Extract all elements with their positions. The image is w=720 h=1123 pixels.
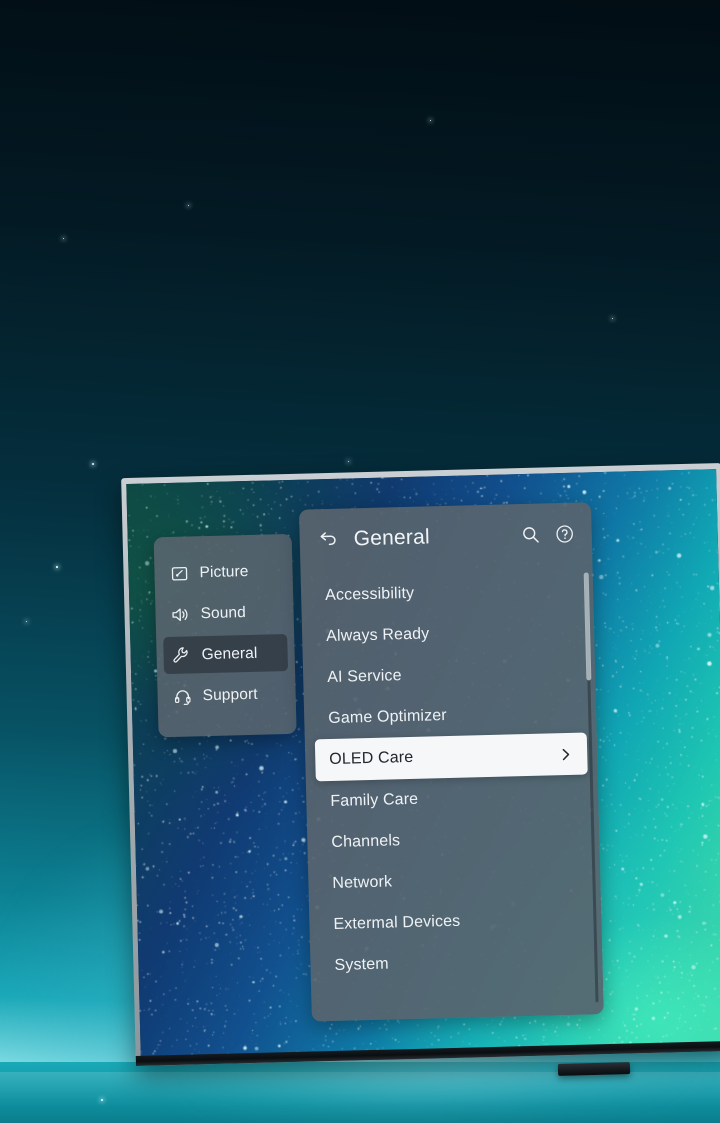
sparkle — [56, 566, 58, 568]
sidebar-item-picture[interactable]: Picture — [161, 552, 286, 592]
chevron-right-icon — [557, 746, 573, 762]
settings-menu-list: Accessibility Always Ready AI Service Game … — [301, 564, 603, 986]
sidebar-item-label: General — [201, 644, 258, 663]
sidebar-item-label: Picture — [199, 562, 249, 581]
menu-item[interactable]: System — [320, 938, 593, 986]
menu-item-label: System — [334, 955, 389, 974]
sidebar-item-sound[interactable]: Sound — [162, 593, 287, 633]
menu-item-label: Extermal Devices — [333, 912, 461, 933]
sparkle — [430, 120, 431, 121]
menu-item[interactable]: Network — [318, 856, 591, 904]
sidebar-item-support[interactable]: Support — [164, 675, 289, 715]
menu-item-label: Family Care — [330, 790, 419, 810]
menu-item[interactable]: Game Optimizer — [314, 692, 587, 740]
search-icon[interactable] — [519, 524, 542, 547]
sound-icon — [170, 605, 189, 624]
header-actions — [519, 523, 576, 546]
sidebar-item-label: Sound — [200, 603, 247, 622]
menu-item-label: OLED Care — [329, 748, 414, 769]
menu-item[interactable]: AI Service — [313, 651, 586, 699]
picture-icon — [169, 564, 188, 583]
menu-item[interactable]: Accessibility — [311, 569, 584, 617]
sparkle — [63, 238, 64, 239]
menu-item[interactable]: Always Ready — [312, 610, 585, 658]
tv-stand-foot — [557, 1062, 631, 1076]
settings-panel: General Accessibility Always Ready AI Se… — [298, 502, 604, 1022]
menu-item-label: Channels — [331, 831, 401, 851]
menu-item-label: Network — [332, 872, 393, 892]
sidebar-item-label: Support — [202, 685, 258, 704]
menu-item[interactable]: OLED Care — [314, 732, 588, 782]
wrench-icon — [171, 645, 190, 664]
page-title: General — [353, 525, 431, 551]
menu-item[interactable]: Channels — [317, 815, 590, 863]
panel-header: General — [299, 502, 592, 571]
oled-tv: Picture Sound General Support General Ac… — [74, 427, 720, 1106]
back-arrow-icon[interactable] — [317, 529, 340, 552]
settings-sidebar: Picture Sound General Support — [153, 533, 297, 738]
menu-item-label: Game Optimizer — [328, 706, 448, 727]
headset-icon — [172, 686, 191, 705]
menu-item-label: AI Service — [327, 666, 402, 686]
tv-screen: Picture Sound General Support General Ac… — [126, 469, 720, 1057]
sidebar-item-general[interactable]: General — [163, 634, 289, 675]
menu-item-label: Accessibility — [324, 584, 415, 604]
menu-item[interactable]: Family Care — [316, 774, 589, 822]
menu-item[interactable]: Extermal Devices — [319, 897, 592, 945]
screenshot-stage: Picture Sound General Support General Ac… — [0, 0, 720, 1123]
menu-item-label: Always Ready — [325, 624, 430, 645]
help-circle-icon[interactable] — [553, 523, 576, 546]
